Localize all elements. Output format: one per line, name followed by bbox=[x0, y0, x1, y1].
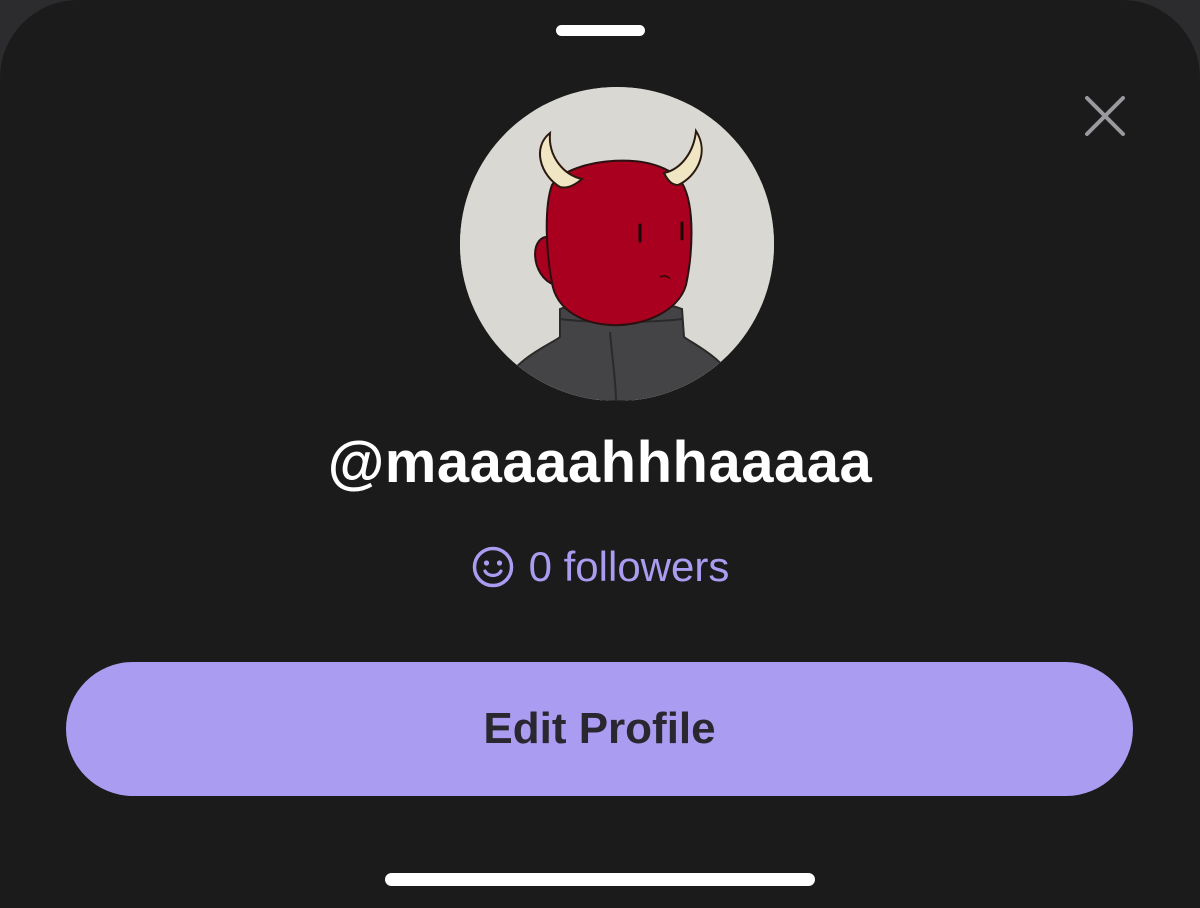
close-button[interactable] bbox=[1078, 89, 1132, 143]
sheet-grabber-handle[interactable] bbox=[556, 25, 645, 36]
home-indicator[interactable] bbox=[385, 873, 815, 886]
smile-icon bbox=[471, 545, 515, 589]
followers-count-label: 0 followers bbox=[528, 543, 730, 590]
username: @maaaaahhhaaaaa bbox=[327, 430, 873, 495]
followers-count-link[interactable]: 0 followers bbox=[0, 540, 1200, 594]
devil-avatar-image bbox=[460, 87, 774, 401]
profile-sheet: @maaaaahhhaaaaa 0 followers Edit Profile bbox=[0, 0, 1200, 908]
close-icon bbox=[1085, 96, 1125, 136]
avatar[interactable] bbox=[460, 87, 774, 401]
edit-profile-button[interactable]: Edit Profile bbox=[66, 662, 1133, 796]
